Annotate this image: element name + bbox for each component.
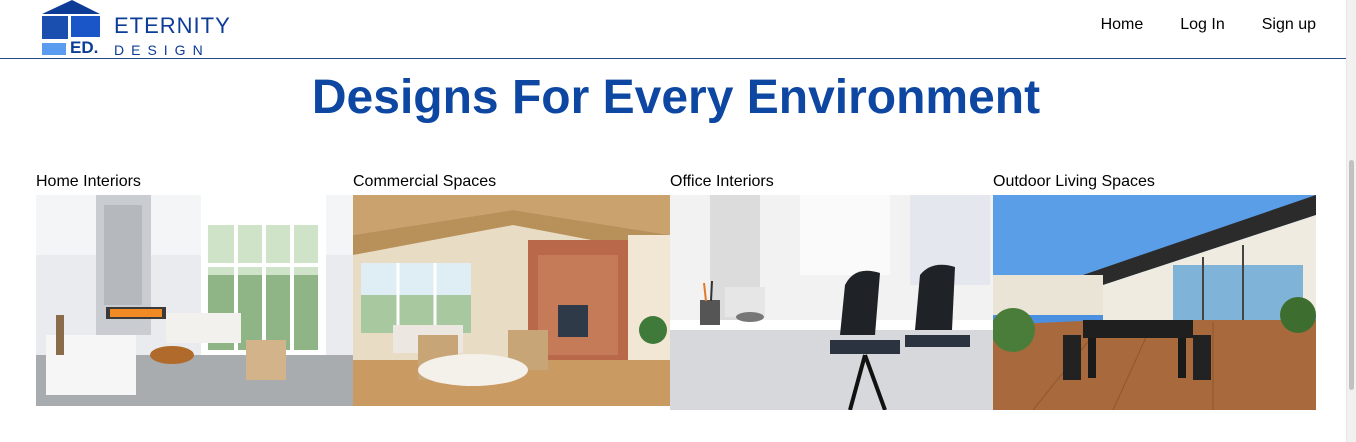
brand-logo[interactable]: ED. ETERNITY DESIGN (42, 0, 242, 58)
main-nav: Home Log In Sign up (1101, 16, 1316, 34)
nav-login-link[interactable]: Log In (1180, 16, 1224, 34)
site-header: ED. ETERNITY DESIGN Home Log In Sign up (0, 0, 1346, 59)
scrollbar-thumb[interactable] (1349, 160, 1354, 390)
category-label: Office Interiors (670, 173, 774, 190)
nav-home-link[interactable]: Home (1101, 16, 1144, 34)
category-card-outdoor[interactable]: Outdoor Living Spaces (993, 172, 1316, 410)
brand-tagline: DESIGN (114, 42, 210, 58)
brand-monogram: ED. (70, 38, 99, 57)
home-interior-image[interactable] (36, 195, 353, 406)
nav-signup-link[interactable]: Sign up (1262, 16, 1316, 34)
category-card-commercial[interactable]: Commercial Spaces (353, 172, 670, 406)
category-label: Outdoor Living Spaces (993, 173, 1155, 190)
page-title: Designs For Every Environment (311, 71, 1041, 124)
category-card-home[interactable]: Home Interiors (36, 172, 353, 406)
office-interior-image[interactable] (670, 195, 993, 410)
brand-name: ETERNITY (114, 13, 231, 38)
page-scrollbar[interactable] (1346, 0, 1356, 442)
commercial-space-image[interactable] (353, 195, 670, 406)
category-card-office[interactable]: Office Interiors (670, 172, 993, 410)
outdoor-living-image[interactable] (993, 195, 1316, 410)
category-label: Commercial Spaces (353, 173, 497, 190)
category-label: Home Interiors (36, 173, 141, 190)
